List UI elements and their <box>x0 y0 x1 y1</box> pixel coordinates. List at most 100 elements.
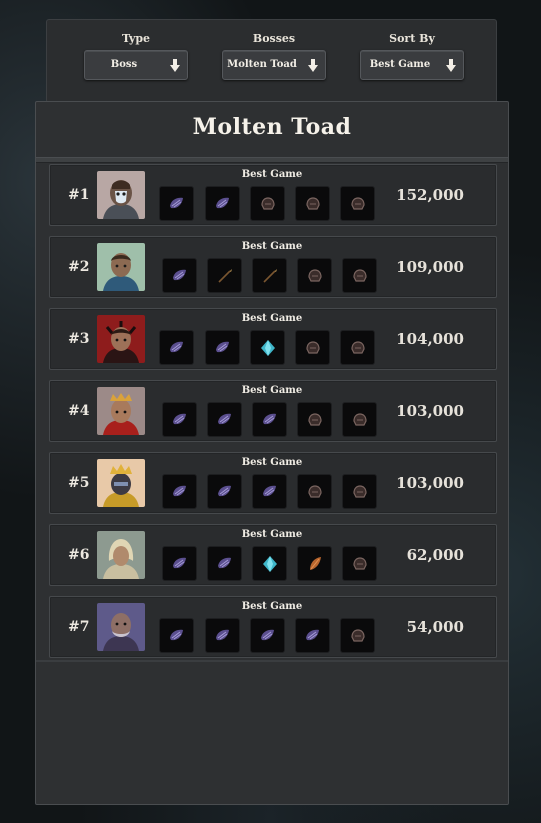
dark-helm-icon <box>351 341 365 354</box>
dark-helm-icon <box>351 197 365 210</box>
best-game-label: Best Game <box>241 529 303 540</box>
score-value: 152,000 <box>396 186 464 204</box>
item-slot[interactable] <box>207 474 242 509</box>
best-game-label: Best Game <box>241 601 303 612</box>
best-game-label: Best Game <box>241 169 303 180</box>
score-value: 103,000 <box>396 474 464 492</box>
item-slot[interactable] <box>250 330 285 365</box>
score-value: 104,000 <box>396 330 464 348</box>
dark-helm-icon <box>308 413 322 426</box>
best-game-label: Best Game <box>241 313 303 324</box>
item-slot[interactable] <box>162 258 197 293</box>
item-slot[interactable] <box>207 402 242 437</box>
leaderboard-row[interactable]: #1 Best Game 152,000 <box>49 164 497 226</box>
item-slot[interactable] <box>162 402 197 437</box>
dark-helm-icon <box>261 197 275 210</box>
avatar <box>97 243 145 291</box>
item-slot[interactable] <box>342 474 377 509</box>
dark-helm-icon <box>306 197 320 210</box>
item-slot[interactable] <box>297 474 332 509</box>
bosses-filter: Bosses Molten Toad <box>222 32 326 80</box>
item-slot[interactable] <box>342 258 377 293</box>
item-slot[interactable] <box>205 330 240 365</box>
item-slot[interactable] <box>250 618 285 653</box>
item-slot[interactable] <box>340 618 375 653</box>
leaderboard-row[interactable]: #7 Best Game 54,000 <box>49 596 497 658</box>
purple-shell-icon <box>216 341 229 353</box>
sort-by-select[interactable]: Best Game <box>360 50 464 80</box>
purple-shell-icon <box>170 197 183 209</box>
bosses-select[interactable]: Molten Toad <box>222 50 326 80</box>
rank-label: #4 <box>68 403 90 419</box>
dark-helm-icon <box>353 269 367 282</box>
bosses-filter-label: Bosses <box>252 32 296 45</box>
leaderboard-row[interactable]: #2 Best Game 109,000 <box>49 236 497 298</box>
item-slot[interactable] <box>252 474 287 509</box>
purple-shell-icon <box>173 557 186 569</box>
arrow-down-icon <box>446 59 456 72</box>
type-filter-label: Type <box>121 32 151 45</box>
item-slot[interactable] <box>340 186 375 221</box>
purple-shell-icon <box>173 413 186 425</box>
purple-shell-icon <box>218 413 231 425</box>
purple-shell-icon <box>173 269 186 281</box>
dark-helm-icon <box>351 629 365 642</box>
avatar <box>97 387 145 435</box>
purple-shell-icon <box>170 629 183 641</box>
avatar <box>97 171 145 219</box>
item-slot[interactable] <box>295 618 330 653</box>
rank-label: #2 <box>68 259 90 275</box>
item-slot[interactable] <box>159 186 194 221</box>
item-slot[interactable] <box>252 402 287 437</box>
dark-helm-icon <box>353 413 367 426</box>
item-slot[interactable] <box>252 258 287 293</box>
item-slot[interactable] <box>162 546 197 581</box>
avatar <box>97 459 145 507</box>
item-slot[interactable] <box>207 546 242 581</box>
spear-icon <box>263 269 277 283</box>
rank-label: #6 <box>68 547 90 563</box>
item-slot[interactable] <box>250 186 285 221</box>
filter-bar: Type Boss Bosses Molten Toad Sort By Bes… <box>46 19 497 103</box>
item-slot[interactable] <box>297 402 332 437</box>
leaderboard-panel: Molten Toad #1 Best Game 152,000 #2 Best… <box>35 101 509 805</box>
item-slot[interactable] <box>252 546 287 581</box>
rank-label: #5 <box>68 475 90 491</box>
purple-shell-icon <box>216 629 229 641</box>
item-slot[interactable] <box>159 618 194 653</box>
leaderboard-row[interactable]: #4 Best Game 103,000 <box>49 380 497 442</box>
item-slot[interactable] <box>162 474 197 509</box>
leaderboard-row[interactable]: #5 Best Game 103,000 <box>49 452 497 514</box>
item-slot[interactable] <box>159 330 194 365</box>
leaderboard-row[interactable]: #3 Best Game 104,000 <box>49 308 497 370</box>
item-slot[interactable] <box>340 330 375 365</box>
avatar <box>97 315 145 363</box>
item-slot[interactable] <box>205 618 240 653</box>
avatar <box>97 531 145 579</box>
item-slot[interactable] <box>295 186 330 221</box>
best-game-label: Best Game <box>241 385 303 396</box>
sort-by-select-value: Best Game <box>369 59 431 70</box>
purple-shell-icon <box>170 341 183 353</box>
leaderboard-row[interactable]: #6 Best Game 62,000 <box>49 524 497 586</box>
item-slot[interactable] <box>342 402 377 437</box>
list-divider <box>36 660 508 662</box>
purple-shell-icon <box>173 485 186 497</box>
orange-leaf-icon <box>310 557 321 570</box>
rank-label: #1 <box>68 187 90 203</box>
item-slot[interactable] <box>297 258 332 293</box>
type-select[interactable]: Boss <box>84 50 188 80</box>
purple-shell-icon <box>261 629 274 641</box>
rank-label: #7 <box>68 619 90 635</box>
item-slot[interactable] <box>205 186 240 221</box>
item-slot[interactable] <box>297 546 332 581</box>
score-value: 54,000 <box>406 618 464 636</box>
rank-label: #3 <box>68 331 90 347</box>
item-slot[interactable] <box>295 330 330 365</box>
purple-shell-icon <box>216 197 229 209</box>
score-value: 62,000 <box>406 546 464 564</box>
type-select-value: Boss <box>110 59 138 70</box>
item-slot[interactable] <box>207 258 242 293</box>
item-slot[interactable] <box>342 546 377 581</box>
best-game-label: Best Game <box>241 457 303 468</box>
